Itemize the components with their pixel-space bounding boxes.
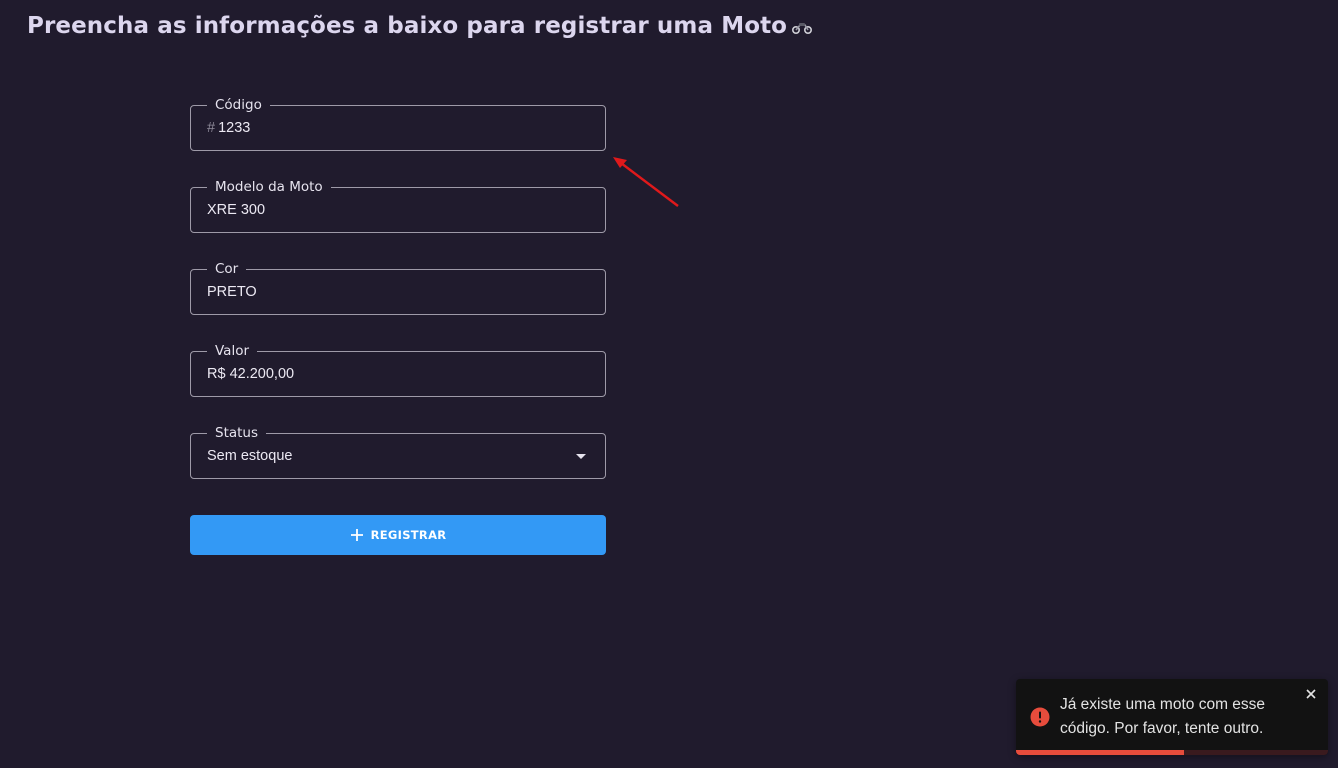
modelo-input[interactable]: XRE 300: [207, 200, 265, 220]
toast-progress-track: [1016, 750, 1328, 755]
valor-field[interactable]: Valor R$ 42.200,00: [190, 342, 606, 397]
register-button-label: REGISTRAR: [370, 528, 447, 542]
codigo-label: Código: [207, 96, 270, 114]
register-button[interactable]: REGISTRAR: [190, 515, 606, 555]
motorcycle-icon: [792, 22, 813, 34]
hash-icon: #: [207, 120, 216, 136]
chevron-down-icon[interactable]: [576, 454, 586, 459]
valor-label: Valor: [207, 342, 258, 360]
status-label: Status: [207, 424, 267, 442]
toast-progress-bar: [1016, 750, 1185, 755]
toast-message: Já existe uma moto com esse código. Por …: [1060, 696, 1266, 737]
modelo-label: Modelo da Moto: [207, 178, 331, 196]
close-icon[interactable]: [1304, 687, 1318, 701]
codigo-value-wrapper: #1233: [207, 118, 250, 138]
error-toast[interactable]: Já existe uma moto com esse código. Por …: [1016, 679, 1328, 755]
annotation-arrow-icon: [613, 157, 679, 207]
valor-input[interactable]: R$ 42.200,00: [207, 364, 294, 384]
cor-field[interactable]: Cor PRETO: [190, 260, 606, 315]
cor-label: Cor: [207, 260, 247, 278]
modelo-field[interactable]: Modelo da Moto XRE 300: [190, 178, 606, 233]
status-select[interactable]: Status Sem estoque: [190, 424, 606, 479]
codigo-input[interactable]: 1233: [218, 120, 250, 136]
page-title: Preencha as informações a baixo para reg…: [27, 13, 813, 39]
cor-input[interactable]: PRETO: [207, 282, 257, 302]
plus-icon: [350, 529, 363, 541]
status-selected-value[interactable]: Sem estoque: [207, 446, 292, 466]
codigo-field[interactable]: Código #1233: [190, 96, 606, 151]
page-title-text: Preencha as informações a baixo para reg…: [27, 13, 788, 39]
error-icon: [1030, 707, 1050, 727]
